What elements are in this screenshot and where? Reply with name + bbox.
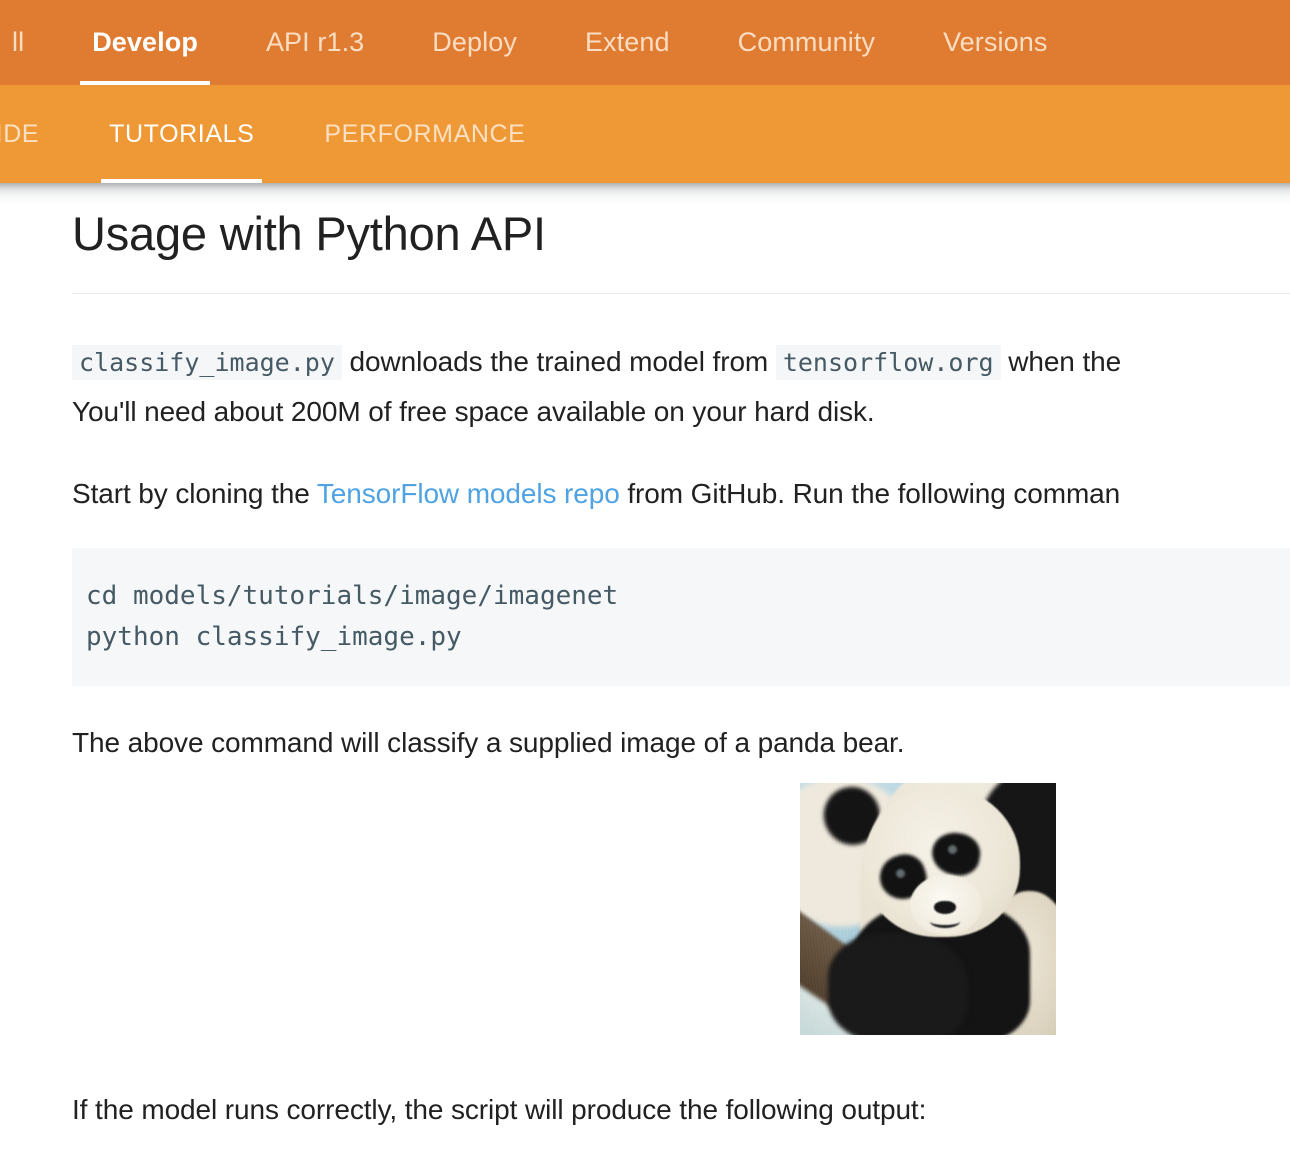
page-title: Usage with Python API — [72, 207, 546, 260]
paragraph-expected-output: If the model runs correctly, the script … — [72, 1094, 927, 1125]
nav-item-label: Community — [737, 27, 876, 57]
subnav-item-label: TUTORIALS — [109, 119, 255, 148]
nav-item-community[interactable]: Community — [704, 0, 909, 85]
secondary-nav-items: UIDE TUTORIALS PERFORMANCE — [0, 85, 560, 183]
paragraph-text-segment: from GitHub. Run the following comman — [619, 477, 1121, 509]
nav-item-label: Deploy — [432, 27, 517, 57]
nav-item-label: ll — [12, 27, 25, 57]
nav-item-label: Extend — [584, 27, 670, 57]
paragraph-classify-result: The above command will classify a suppli… — [72, 726, 905, 758]
subnav-item-label: PERFORMANCE — [324, 119, 526, 148]
nav-item-label: Versions — [943, 27, 1048, 57]
nav-drop-shadow — [0, 183, 1290, 205]
nav-item-label: API r1.3 — [265, 27, 365, 57]
paragraph-model-download: classify_image.py downloads the trained … — [0, 337, 1290, 436]
subnav-item-guide[interactable]: UIDE — [0, 85, 74, 183]
nav-item-extend[interactable]: Extend — [551, 0, 704, 85]
paragraph-text-segment: You'll need about 200M of free space ava… — [72, 395, 875, 427]
paragraph-text-segment: when the — [1000, 345, 1122, 377]
main-content: Usage with Python API classify_image.py … — [0, 205, 1290, 767]
main-content-bottom: If the model runs correctly, the script … — [0, 1085, 1290, 1134]
nav-item-develop[interactable]: Develop — [58, 0, 232, 85]
subnav-item-tutorials[interactable]: TUTORIALS — [74, 85, 289, 183]
paragraph-text-segment: downloads the trained model from — [341, 345, 776, 377]
paragraph-text-segment: Start by cloning the — [72, 477, 317, 509]
code-block-commands: cd models/tutorials/image/imagenet pytho… — [72, 547, 1290, 686]
paragraph-clone-repo: Start by cloning the TensorFlow models r… — [0, 469, 1290, 518]
primary-navigation-bar: ll Develop API r1.3 Deploy Extend Commun… — [0, 0, 1290, 85]
nav-item-label: Develop — [92, 27, 198, 57]
nav-item-api[interactable]: API r1.3 — [232, 0, 398, 85]
fur-texture-overlay — [800, 783, 1056, 1035]
nav-item-deploy[interactable]: Deploy — [398, 0, 551, 85]
inline-code-tensorflow-org: tensorflow.org — [775, 344, 1001, 380]
subnav-item-label: UIDE — [0, 119, 40, 148]
panda-image — [800, 783, 1056, 1035]
code-block-content: cd models/tutorials/image/imagenet pytho… — [86, 580, 619, 652]
nav-item-install[interactable]: ll — [0, 0, 58, 85]
primary-nav-items: ll Develop API r1.3 Deploy Extend Commun… — [0, 0, 1081, 85]
inline-code-classify-image: classify_image.py — [72, 344, 342, 380]
secondary-navigation-bar: UIDE TUTORIALS PERFORMANCE — [0, 85, 1290, 183]
link-tensorflow-models-repo[interactable]: TensorFlow models repo — [317, 478, 620, 509]
panda-photo — [800, 783, 1056, 1035]
title-divider — [72, 292, 1290, 294]
nav-item-versions[interactable]: Versions — [909, 0, 1081, 85]
subnav-item-performance[interactable]: PERFORMANCE — [289, 85, 560, 183]
